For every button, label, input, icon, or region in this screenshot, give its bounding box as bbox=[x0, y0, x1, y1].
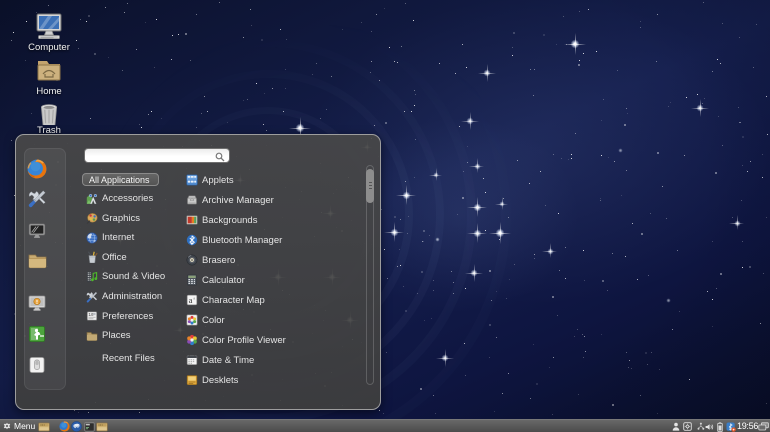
svg-text:a: a bbox=[189, 295, 193, 305]
svg-text:a: a bbox=[193, 296, 195, 301]
